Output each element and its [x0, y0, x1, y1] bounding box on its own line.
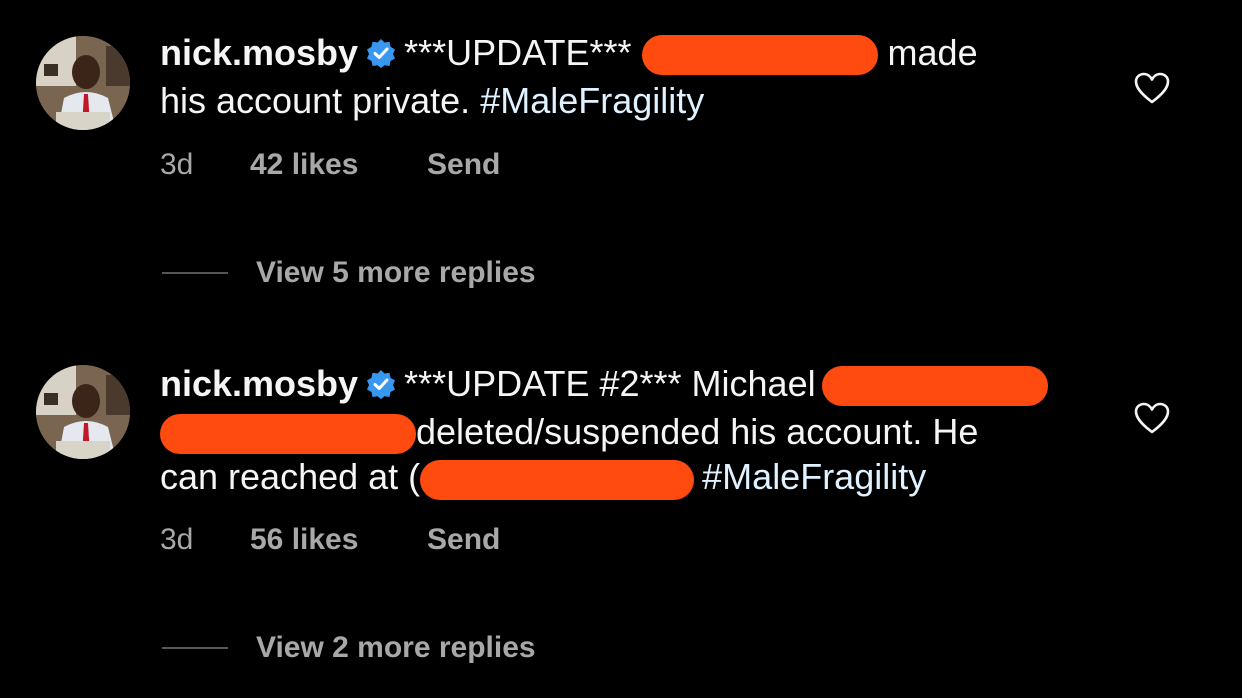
- avatar[interactable]: [36, 36, 130, 130]
- replies-divider: [162, 647, 228, 649]
- heart-outline-icon[interactable]: [1134, 402, 1170, 434]
- comment-line2: his account private.: [160, 80, 471, 121]
- comment-prefix: ***UPDATE #2*** Michael: [404, 363, 816, 404]
- username[interactable]: nick.mosby: [160, 32, 358, 73]
- view-replies-label: View 2 more replies: [256, 631, 536, 664]
- comment-age: 3d: [160, 148, 194, 181]
- redaction-mark: [160, 414, 416, 455]
- username[interactable]: nick.mosby: [160, 363, 358, 404]
- replies-divider: [162, 272, 228, 274]
- hashtag-link[interactable]: #MaleFragility: [480, 80, 704, 121]
- comment-line2: deleted/suspended his account. He: [416, 411, 979, 452]
- view-replies-label: View 5 more replies: [256, 256, 536, 289]
- comment-line3: can reached at (: [160, 456, 421, 498]
- send-button[interactable]: Send: [427, 523, 500, 557]
- redaction-mark: [420, 459, 695, 500]
- comment-after-redact: made: [887, 32, 978, 73]
- likes-count[interactable]: 42 likes: [250, 148, 427, 182]
- view-replies-button[interactable]: View 2 more replies: [162, 631, 536, 665]
- comment-prefix: ***UPDATE***: [404, 32, 632, 73]
- verified-badge-icon: [366, 33, 396, 78]
- heart-outline-icon[interactable]: [1134, 72, 1170, 104]
- avatar-photo: [36, 365, 130, 459]
- send-button[interactable]: Send: [427, 148, 500, 182]
- avatar[interactable]: [36, 365, 130, 459]
- avatar-photo: [36, 36, 130, 130]
- comment-text: nick.mosby ***UPDATE #2*** Michael delete…: [160, 361, 1090, 500]
- redaction-mark: [821, 366, 1048, 407]
- hashtag-link[interactable]: #MaleFragility: [702, 456, 926, 497]
- redaction-mark: [641, 35, 878, 76]
- likes-count[interactable]: 56 likes: [250, 523, 427, 557]
- comment-meta: 3d 42 likes Send: [160, 148, 500, 182]
- comment-age: 3d: [160, 523, 194, 556]
- verified-badge-icon: [366, 364, 396, 409]
- comment-text: nick.mosby ***UPDATE*** made his account …: [160, 30, 1090, 123]
- view-replies-button[interactable]: View 5 more replies: [162, 256, 536, 290]
- comment-meta: 3d 56 likes Send: [160, 523, 500, 557]
